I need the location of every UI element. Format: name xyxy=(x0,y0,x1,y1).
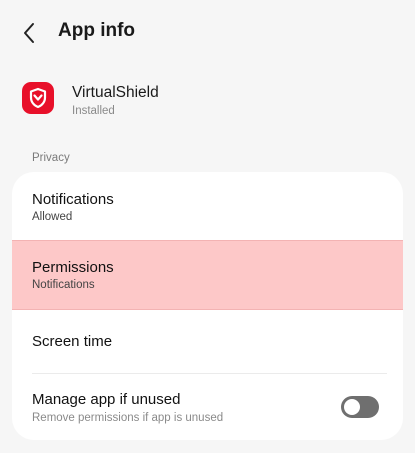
permissions-title: Permissions xyxy=(32,259,114,276)
manage-unused-toggle[interactable] xyxy=(341,396,379,418)
notifications-title: Notifications xyxy=(32,191,114,208)
toggle-knob xyxy=(344,399,360,415)
permissions-summary: Notifications xyxy=(32,279,95,291)
app-install-status: Installed xyxy=(72,105,115,117)
back-button[interactable] xyxy=(14,18,44,48)
notifications-row[interactable]: Notifications Allowed xyxy=(12,172,403,240)
page-title: App info xyxy=(58,20,136,41)
header: App info xyxy=(0,0,415,64)
permissions-row[interactable]: Permissions Notifications xyxy=(12,240,403,310)
shield-icon xyxy=(29,87,47,109)
screen-time-row[interactable]: Screen time xyxy=(12,310,403,373)
screen-time-title: Screen time xyxy=(32,333,113,350)
notifications-status: Allowed xyxy=(32,211,73,223)
manage-unused-description: Remove permissions if app is unused xyxy=(32,412,224,424)
app-name: VirtualShield xyxy=(72,84,159,101)
manage-unused-title: Manage app if unused xyxy=(32,391,181,408)
privacy-settings-card: Notifications Allowed Permissions Notifi… xyxy=(12,172,403,440)
app-summary: VirtualShield Installed xyxy=(22,80,402,124)
chevron-left-icon xyxy=(24,23,34,43)
section-label-privacy: Privacy xyxy=(32,152,70,164)
app-icon xyxy=(22,82,54,114)
